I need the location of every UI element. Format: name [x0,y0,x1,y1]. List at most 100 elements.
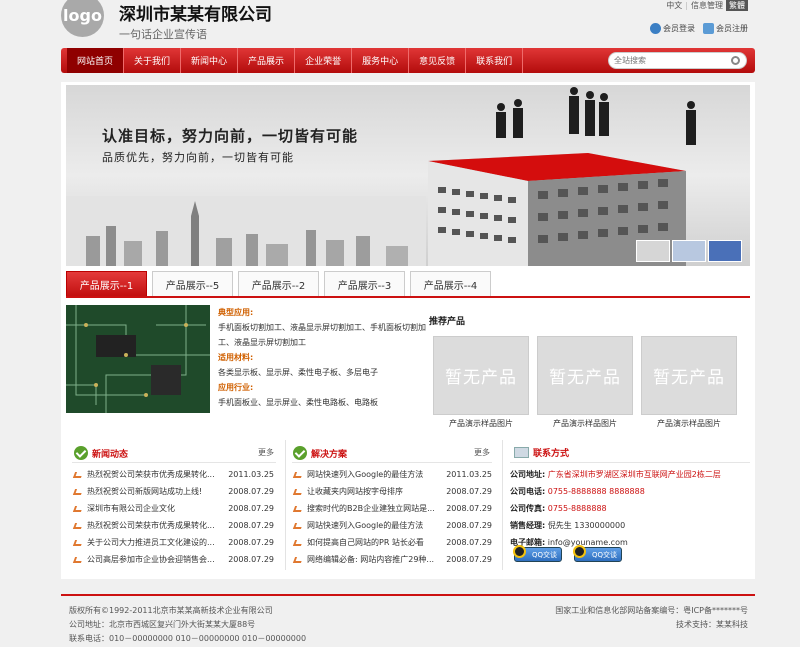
contact-title: 联系方式 [533,449,570,459]
qq-chat-label: QQ交谈 [531,550,557,559]
footer-address: 公司地址：北京市西城区复兴门外大街某某大厦88号 [69,620,256,629]
news-item-title[interactable]: 关于公司大力推进员工文化建设的... [87,537,215,548]
solution-item-date: 2008.07.29 [446,538,492,547]
list-item[interactable]: 网站快速列入Google的最佳方法 2008.07.29 [292,517,492,534]
banner-thumb[interactable] [708,240,742,262]
news-item-title[interactable]: 热烈祝贺公司荣获市优秀成果转化... [87,520,215,531]
list-item[interactable]: 让收藏夹内网站按字母排序 2008.07.29 [292,483,492,500]
list-item[interactable]: 深圳市有限公司企业文化 2008.07.29 [72,500,274,517]
email-value[interactable]: info@youname.com [548,538,628,547]
qq-icon [513,545,526,558]
product-placeholder[interactable]: 暂无产品 [537,336,633,415]
search-box [608,52,747,69]
recommended-title: 推荐产品 [429,317,466,327]
register-icon [703,23,714,34]
fax-value: 0755-8888888 [547,504,607,513]
arrow-icon [292,505,304,512]
list-item[interactable]: 网络编辑必备: 网站内容推广29种... 2008.07.29 [292,551,492,568]
divider: | [685,1,688,10]
recommended-product[interactable]: 暂无产品 产品演示样品图片 [537,336,633,429]
footer-phone: 联系电话：010－00000000 010－00000000 010－00000… [69,634,307,643]
search-icon[interactable] [731,56,740,65]
solution-item-title[interactable]: 让收藏夹内网站按字母排序 [307,486,403,497]
contact-header: 联系方式 [514,446,569,459]
nav-service[interactable]: 服务中心 [352,48,410,73]
list-item[interactable]: 关于公司大力推进员工文化建设的... 2008.07.29 [72,534,274,551]
list-item[interactable]: 热烈祝贺公司新版网站成功上线! 2008.07.29 [72,483,274,500]
news-item-title[interactable]: 热烈祝贺公司新版网站成功上线! [87,486,202,497]
list-item[interactable]: 公司高层参加市企业协会迎销售会... 2008.07.29 [72,551,274,568]
company-slogan: 一句话企业宣传语 [119,28,207,41]
nav-products[interactable]: 产品展示 [238,48,296,73]
tab-product-1[interactable]: 产品展示--1 [66,271,147,296]
desc-heading: 典型应用: [218,308,254,317]
address-label: 公司地址: [510,470,546,479]
recommended-product[interactable]: 暂无产品 产品演示样品图片 [641,336,737,429]
news-item-title[interactable]: 深圳市有限公司企业文化 [87,503,175,514]
divider [510,462,750,463]
product-caption[interactable]: 产品演示样品图片 [537,418,633,429]
register-link[interactable]: 会员注册 [703,23,748,34]
footer-legal: 国家工业和信息化部网站备案编号：粤ICP备*******号 技术支持：某某科技 [555,604,748,632]
list-item[interactable]: 热烈祝贺公司荣获市优秀成果转化... 2011.03.25 [72,466,274,483]
tab-product-5[interactable]: 产品展示--5 [152,271,233,296]
circuit-board-image[interactable] [66,305,210,413]
news-more-link[interactable]: 更多 [258,447,274,458]
contact-info: 公司地址: 广东省深圳市罗湖区深圳市互联网产业园2栋二层 公司电话: 0755-… [510,466,721,551]
banner-subline: 品质优先，努力向前，一切皆有可能 [102,151,294,164]
nav-contact[interactable]: 联系我们 [466,48,524,73]
arrow-icon [292,471,304,478]
solution-item-title[interactable]: 网站快速列入Google的最佳方法 [307,520,423,531]
product-caption[interactable]: 产品演示样品图片 [641,418,737,429]
qq-chat-button[interactable]: QQ交谈 [573,545,622,562]
column-divider [285,440,286,570]
arrow-icon [72,488,84,495]
news-item-title[interactable]: 公司高层参加市企业协会迎销售会... [87,554,215,565]
logo[interactable]: logo [61,0,104,37]
solution-item-title[interactable]: 如何提高自己网站的PR 站长必看 [307,537,424,548]
product-caption[interactable]: 产品演示样品图片 [433,418,529,429]
solution-item-title[interactable]: 网络编辑必备: 网站内容推广29种... [307,554,434,565]
tech-support[interactable]: 技术支持：某某科技 [555,618,748,632]
tab-product-3[interactable]: 产品展示--3 [324,271,405,296]
lang-traditional-link[interactable]: 繁體 [726,0,748,11]
tab-product-4[interactable]: 产品展示--4 [410,271,491,296]
info-management-link[interactable]: 信息管理 [691,0,723,11]
recommended-product[interactable]: 暂无产品 产品演示样品图片 [433,336,529,429]
nav-about[interactable]: 关于我们 [124,48,182,73]
icp-license[interactable]: 国家工业和信息化部网站备案编号：粤ICP备*******号 [555,604,748,618]
list-item[interactable]: 热烈祝贺公司荣获市优秀成果转化... 2008.07.29 [72,517,274,534]
product-placeholder[interactable]: 暂无产品 [641,336,737,415]
hero-banner: 认准目标，努力向前，一切皆有可能 品质优先，努力向前，一切皆有可能 [66,85,750,266]
desc-heading: 适用材料: [218,353,254,362]
solution-item-title[interactable]: 搜索时代的B2B企业建独立网站是... [307,503,435,514]
search-input[interactable] [614,56,729,65]
banner-thumb[interactable] [672,240,706,262]
qq-chat-button[interactable]: QQ交谈 [513,545,562,562]
divider [292,462,492,463]
address-value: 广东省深圳市罗湖区深圳市互联网产业园2栋二层 [547,470,721,479]
register-label: 会员注册 [716,24,748,33]
news-item-title[interactable]: 热烈祝贺公司荣获市优秀成果转化... [87,469,215,480]
nav-home[interactable]: 网站首页 [67,48,125,73]
list-item[interactable]: 网站快速列入Google的最佳方法 2011.03.25 [292,466,492,483]
banner-thumb[interactable] [636,240,670,262]
lang-chinese-link[interactable]: 中文 [666,0,682,11]
manager-label: 销售经理: [510,521,546,530]
list-item[interactable]: 搜索时代的B2B企业建独立网站是... 2008.07.29 [292,500,492,517]
top-links: 中文 | 信息管理 繁體 [666,0,748,11]
product-tabs: 产品展示--1 产品展示--5 产品展示--2 产品展示--3 产品展示--4 [66,271,750,298]
nav-feedback[interactable]: 意见反馈 [409,48,467,73]
login-link[interactable]: 会员登录 [650,23,695,34]
news-item-date: 2008.07.29 [228,487,274,496]
banner-headline: 认准目标，努力向前，一切皆有可能 [102,127,359,145]
list-item[interactable]: 如何提高自己网站的PR 站长必看 2008.07.29 [292,534,492,551]
arrow-icon [292,488,304,495]
nav-news[interactable]: 新闻中心 [181,48,239,73]
desc-text: 手机面板切割加工、液晶显示屏切割加工、手机面板切割加工、液晶显示屏切割加工 [218,323,426,347]
solution-item-title[interactable]: 网站快速列入Google的最佳方法 [307,469,423,480]
product-placeholder[interactable]: 暂无产品 [433,336,529,415]
nav-honors[interactable]: 企业荣誉 [295,48,353,73]
solutions-more-link[interactable]: 更多 [474,447,490,458]
tab-product-2[interactable]: 产品展示--2 [238,271,319,296]
